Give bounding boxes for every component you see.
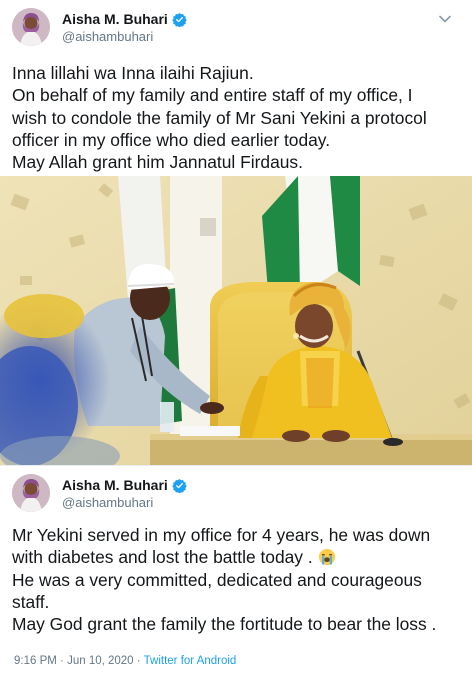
tweet-header: Aisha M. Buhari @aishambuhari [12, 474, 452, 514]
author-block: Aisha M. Buhari @aishambuhari [62, 477, 187, 510]
tweet-line: staff. [12, 591, 50, 612]
display-name[interactable]: Aisha M. Buhari [62, 477, 168, 493]
handle[interactable]: @aishambuhari [62, 495, 187, 510]
handle[interactable]: @aishambuhari [62, 29, 187, 44]
tweet-line: Inna lillahi wa Inna ilaihi Rajiun. [12, 63, 254, 83]
avatar[interactable] [12, 8, 50, 46]
tweet-metadata: 9:16 PM · Jun 10, 2020 · Twitter for And… [14, 655, 236, 667]
tweet-source-link[interactable]: Twitter for Android [144, 655, 237, 667]
tweet-time[interactable]: 9:16 PM [14, 655, 57, 667]
loudly-crying-face-emoji-icon [318, 548, 336, 566]
display-name[interactable]: Aisha M. Buhari [62, 11, 168, 27]
tweet-line: He was a very committed, dedicated and c… [12, 569, 422, 590]
tweet-body: Mr Yekini served in my office for 4 year… [12, 524, 460, 635]
tweet-date[interactable]: Jun 10, 2020 [67, 655, 134, 667]
tweet-photo[interactable] [0, 176, 472, 465]
tweet-line: officer in my office who died earlier to… [12, 129, 331, 150]
tweet-line: with diabetes and lost the battle today … [12, 546, 460, 568]
tweet-line: On behalf of my family and entire staff … [12, 85, 413, 106]
verified-badge-icon [172, 12, 187, 27]
author-block: Aisha M. Buhari @aishambuhari [62, 11, 187, 44]
tweet-line: May Allah grant him Jannatul Firdaus. [12, 152, 303, 173]
meta-separator: · [136, 655, 141, 667]
tweet-header: Aisha M. Buhari @aishambuhari [12, 8, 452, 48]
avatar[interactable] [12, 474, 50, 512]
tweet-line: May God grant the family the fortitude t… [12, 614, 437, 635]
chevron-down-icon[interactable] [438, 12, 452, 26]
verified-badge-icon [172, 478, 187, 493]
tweet-line: wish to condole the family of Mr Sani Ye… [12, 107, 427, 128]
tweet-2: Aisha M. Buhari @aishambuhari Mr Yekini … [0, 465, 472, 677]
tweet-1: Aisha M. Buhari @aishambuhari Inna lilla… [0, 0, 472, 176]
tweet-body: Inna lillahi wa Inna ilaihi Rajiun. On b… [12, 62, 460, 173]
tweet-line: Mr Yekini served in my office for 4 year… [12, 525, 431, 545]
tweet-line-text: with diabetes and lost the battle today … [12, 547, 313, 568]
meta-separator: · [60, 655, 64, 667]
